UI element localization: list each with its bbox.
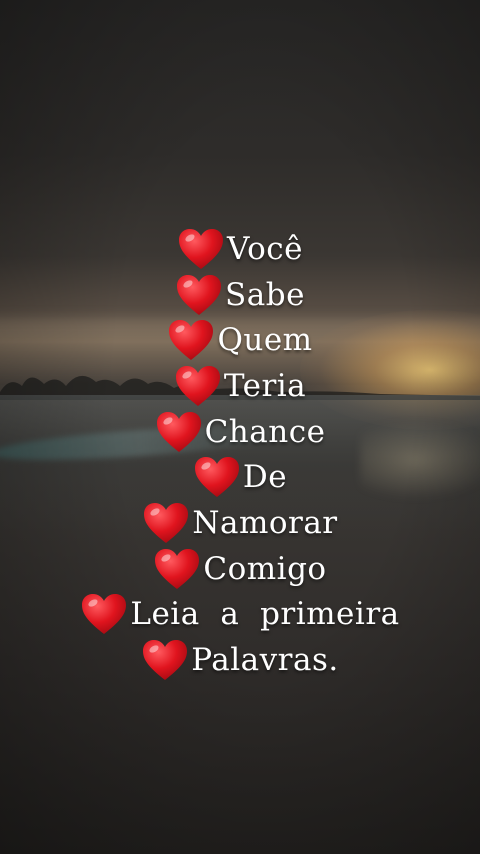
red-heart-icon — [174, 364, 222, 408]
poem-line: Palavras. — [0, 637, 480, 683]
red-heart-icon — [167, 318, 215, 362]
red-heart-icon — [155, 410, 203, 454]
red-heart-icon — [141, 638, 189, 682]
poem-line-text: Você — [227, 230, 303, 267]
poem-line: Comigo — [0, 546, 480, 592]
red-heart-icon — [153, 547, 201, 591]
poem-line-text: Namorar — [192, 504, 338, 541]
red-heart-icon — [142, 501, 190, 545]
poem-line: Chance — [0, 409, 480, 455]
red-heart-icon — [177, 227, 225, 271]
red-heart-icon — [80, 592, 128, 636]
poem-line-text: Chance — [204, 413, 326, 450]
poem-line: Você — [0, 226, 480, 272]
poem-line: De — [0, 454, 480, 500]
poem-line: Namorar — [0, 500, 480, 546]
poem-line-text: Leia a primeira — [130, 596, 400, 633]
poem-line-text: Sabe — [225, 276, 305, 313]
poem: Você Sabe Quem Teria Chance De Namorar C… — [0, 226, 480, 683]
poem-line-text: Palavras. — [191, 642, 339, 679]
poem-line: Quem — [0, 317, 480, 363]
poem-line: Teria — [0, 363, 480, 409]
poem-line-text: Teria — [223, 367, 307, 404]
poem-line-text: Comigo — [203, 550, 327, 587]
poem-line-text: Quem — [217, 322, 313, 359]
poem-line: Sabe — [0, 272, 480, 318]
poem-line: Leia a primeira — [0, 592, 480, 638]
poem-line-text: De — [242, 459, 288, 496]
red-heart-icon — [175, 273, 223, 317]
red-heart-icon — [193, 455, 241, 499]
